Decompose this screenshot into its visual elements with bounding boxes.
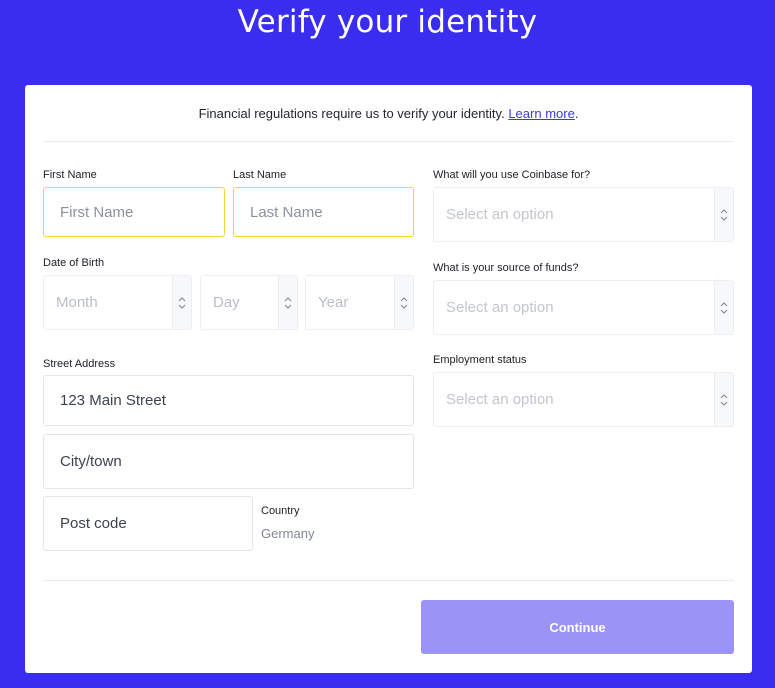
post-code-field[interactable]: Post code xyxy=(43,496,253,551)
first-name-field[interactable]: First Name xyxy=(43,187,225,237)
chevron-up-down-icon xyxy=(394,276,413,329)
funds-label: What is your source of funds? xyxy=(433,262,579,274)
chevron-up-down-icon xyxy=(714,373,733,426)
country-label: Country xyxy=(261,505,300,517)
month-select-value: Month xyxy=(56,294,98,311)
day-select-value: Day xyxy=(213,294,240,311)
month-select[interactable]: Month xyxy=(43,275,192,330)
chevron-up-down-icon xyxy=(172,276,191,329)
employment-select[interactable]: Select an option xyxy=(433,372,734,427)
use-label: What will you use Coinbase for? xyxy=(433,169,591,181)
year-select-value: Year xyxy=(318,294,349,311)
first-name-label: First Name xyxy=(43,169,97,181)
use-select[interactable]: Select an option xyxy=(433,187,734,242)
chevron-up-down-icon xyxy=(714,281,733,334)
funds-select-value: Select an option xyxy=(446,299,554,316)
employment-select-value: Select an option xyxy=(446,391,554,408)
intro-text: Financial regulations require us to veri… xyxy=(25,106,752,121)
identity-form-card: Financial regulations require us to veri… xyxy=(25,85,752,673)
intro-suffix: . xyxy=(574,106,579,121)
use-select-value: Select an option xyxy=(446,206,554,223)
page-title: Verify your identity xyxy=(237,4,538,40)
chevron-up-down-icon xyxy=(714,188,733,241)
street-address-field[interactable]: 123 Main Street xyxy=(43,375,414,426)
learn-more-link[interactable]: Learn more xyxy=(508,106,574,121)
country-value: Germany xyxy=(261,526,315,541)
city-field[interactable]: City/town xyxy=(43,434,414,489)
funds-select[interactable]: Select an option xyxy=(433,280,734,335)
dob-label: Date of Birth xyxy=(43,257,105,269)
last-name-label: Last Name xyxy=(233,169,287,181)
employment-label: Employment status xyxy=(433,354,527,366)
intro-message: Financial regulations require us to veri… xyxy=(198,106,505,121)
day-select[interactable]: Day xyxy=(200,275,298,330)
last-name-field[interactable]: Last Name xyxy=(233,187,414,237)
continue-button[interactable]: Continue xyxy=(421,600,734,654)
top-divider xyxy=(43,141,734,142)
bottom-divider xyxy=(43,580,734,581)
street-address-label: Street Address xyxy=(43,358,116,370)
year-select[interactable]: Year xyxy=(305,275,414,330)
chevron-up-down-icon xyxy=(278,276,297,329)
